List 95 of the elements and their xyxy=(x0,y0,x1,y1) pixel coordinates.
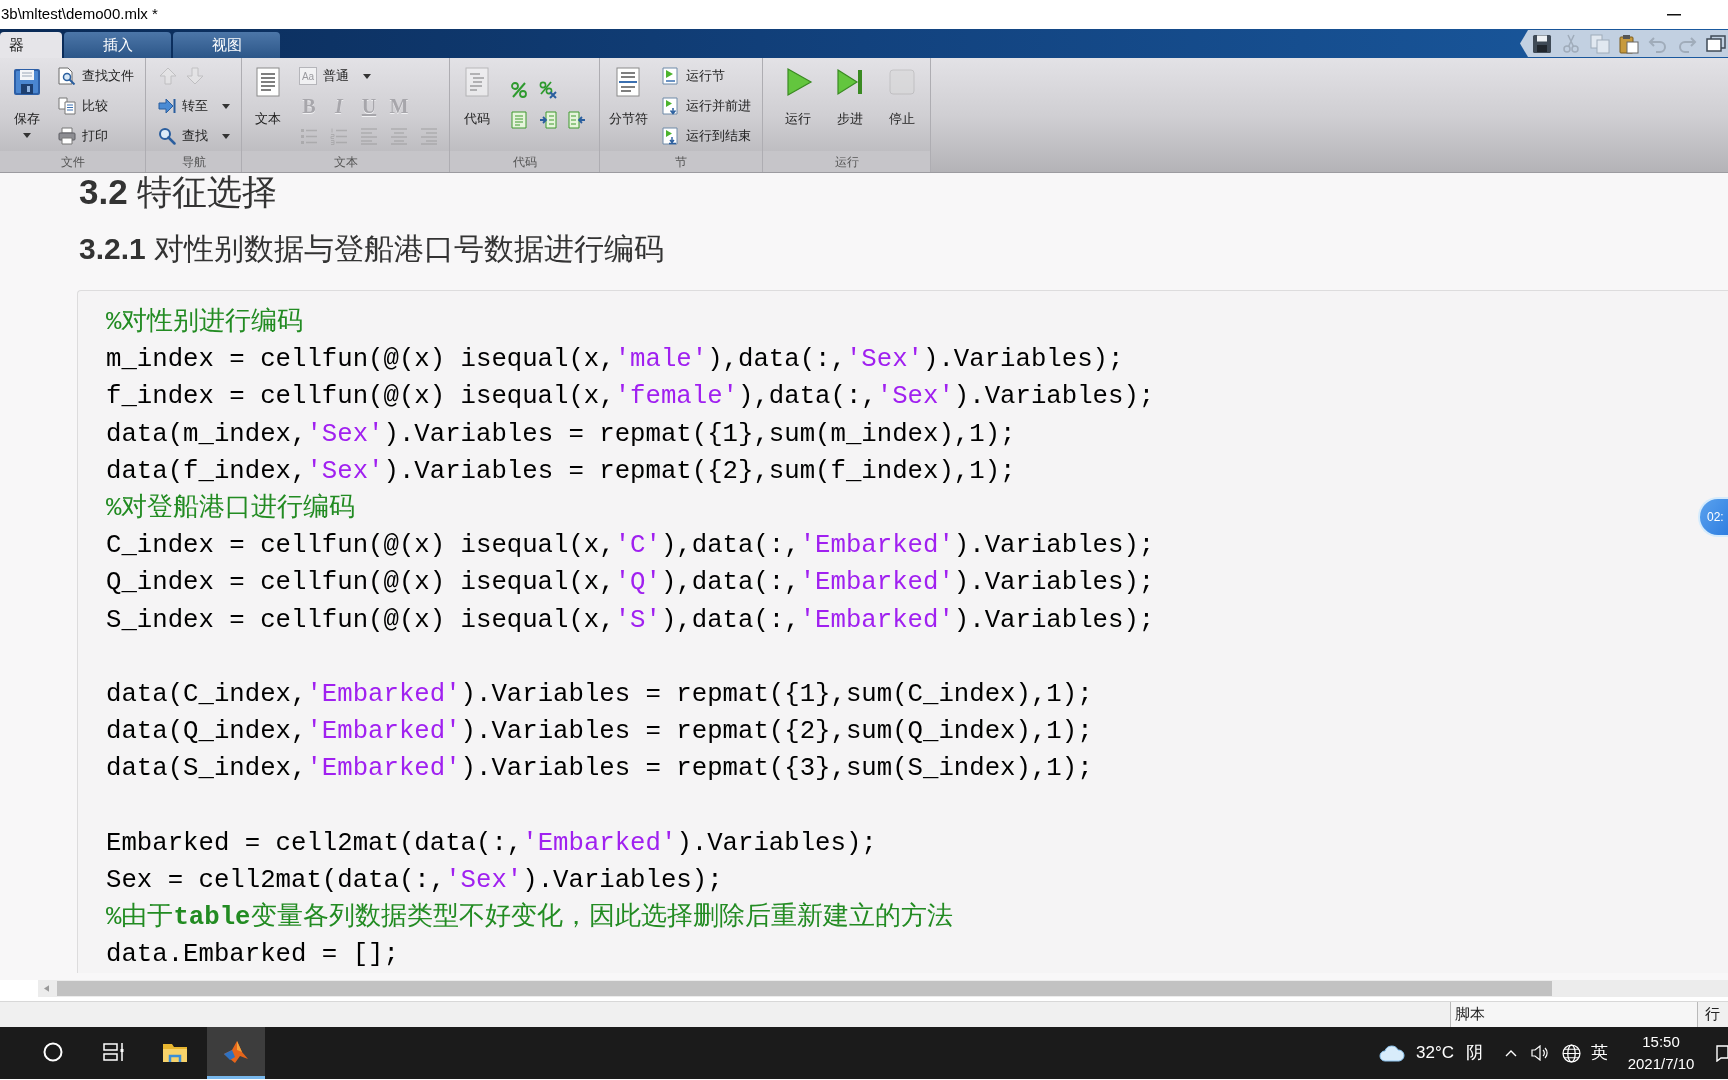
temperature-text: 32°C xyxy=(1416,1042,1454,1065)
align-center-icon xyxy=(390,127,408,145)
run-and-advance-button[interactable]: 运行并前进 xyxy=(660,93,753,119)
input-method-button[interactable]: 英 xyxy=(1591,1040,1608,1066)
print-button[interactable]: 打印 xyxy=(56,123,110,149)
ribbon-group-label: 节 xyxy=(675,153,687,171)
code-line: data(m_index,'Sex').Variables = repmat({1},sum(m_index),1); xyxy=(106,418,1016,451)
up-arrow-icon xyxy=(159,67,177,85)
code-line: S_index = cellfun(@(x) isequal(x,'S'),data(:,'Embarked').Variables); xyxy=(106,604,1155,637)
save-icon xyxy=(1532,33,1552,54)
clock-date: 2021/7/10 xyxy=(1627,1054,1695,1074)
status-field: 脚本 xyxy=(1450,1002,1698,1027)
clock-time: 15:50 xyxy=(1642,1032,1680,1052)
ribbon-tab[interactable]: 插入 xyxy=(64,32,171,58)
ribbon-group-label: 导航 xyxy=(181,153,206,171)
section-break-button[interactable]: 分节符 xyxy=(606,58,650,151)
comment-line: %由于table变量各列数据类型不好变化，因此选择删除后重新建立的方法 xyxy=(106,901,953,934)
chevron-up-icon xyxy=(1505,1049,1517,1057)
page-lines-icon xyxy=(510,111,528,129)
caret-icon xyxy=(23,133,31,138)
style-dropdown[interactable]: Aa 普通 xyxy=(297,63,373,89)
ribbon-tab[interactable]: 器 xyxy=(0,32,62,58)
code-line: Q_index = cellfun(@(x) isequal(x,'Q'),data(:,'Embarked').Variables); xyxy=(106,567,1155,600)
down-arrow-icon xyxy=(186,67,204,85)
scissors-icon xyxy=(1561,33,1581,54)
align-right-icon xyxy=(420,127,438,145)
bulleted-list-icon xyxy=(300,127,318,145)
section-heading: 3.2 特征选择 xyxy=(79,173,278,211)
notification-icon xyxy=(1716,1044,1728,1062)
run-button[interactable]: 运行 xyxy=(776,58,820,151)
run-section-button[interactable]: 运行节 xyxy=(660,63,727,89)
compare-button[interactable]: 比较 xyxy=(56,93,110,119)
go-to-button[interactable]: 转至 xyxy=(156,93,232,119)
task-view-icon xyxy=(103,1041,125,1062)
globe-icon xyxy=(1562,1043,1581,1063)
find-files-button[interactable]: 查找文件 xyxy=(56,63,136,89)
code-line: data(f_index,'Sex').Variables = repmat({2},sum(f_index),1); xyxy=(106,455,1016,488)
speaker-icon xyxy=(1531,1045,1549,1061)
copy-icon xyxy=(1590,33,1610,54)
play-bar-icon xyxy=(835,67,865,97)
window-title: 3b\mltest\demo00.mlx * xyxy=(1,4,158,25)
code-line: m_index = cellfun(@(x) isequal(x,'male'),data(:,'Sex').Variables); xyxy=(106,344,1124,377)
horizontal-scrollbar[interactable] xyxy=(38,980,1728,997)
save-button[interactable]: 保存 xyxy=(5,58,49,151)
status-field: 行 xyxy=(1698,1002,1728,1027)
step-button[interactable]: 步进 xyxy=(828,58,872,151)
search-icon xyxy=(158,127,176,145)
ribbon-group-label: 运行 xyxy=(834,153,859,171)
style-sample: Aa xyxy=(299,67,317,85)
text-button[interactable]: 文本 xyxy=(246,58,290,151)
caret-icon xyxy=(222,133,230,139)
code-line: data(Q_index,'Embarked').Variables = repmat({2},sum(Q_index),1); xyxy=(106,716,1093,749)
document-play-icon xyxy=(662,67,680,85)
indent-arrow-icon xyxy=(539,111,557,129)
numbered-list-icon xyxy=(330,127,348,145)
left-arrow-icon xyxy=(44,985,49,992)
code-line: f_index = cellfun(@(x) isequal(x,'female'),data(:,'Sex').Variables); xyxy=(106,381,1155,414)
code-line: Embarked = cell2mat(data(:,'Embarked').Variables); xyxy=(106,827,877,860)
ribbon-tab[interactable]: 视图 xyxy=(173,32,280,58)
document-search-icon xyxy=(58,67,76,85)
outdent-arrow-icon xyxy=(568,111,586,129)
run-to-end-button[interactable]: 运行到结束 xyxy=(660,123,753,149)
compare-documents-icon xyxy=(58,97,76,115)
ribbon-group-label: 文件 xyxy=(60,153,85,171)
weather-text: 阴 xyxy=(1466,1042,1483,1065)
code-line: C_index = cellfun(@(x) isequal(x,'C'),data(:,'Embarked').Variables); xyxy=(106,530,1155,563)
subsection-heading: 3.2.1 对性别数据与登船港口号数据进行编码 xyxy=(79,232,665,266)
clipboard-icon xyxy=(1619,33,1639,54)
caret-icon xyxy=(222,103,230,109)
circle-icon xyxy=(43,1041,63,1062)
percent-icon xyxy=(510,81,528,99)
comment-line: %对登船港口进行编码 xyxy=(106,492,356,525)
section-break-icon xyxy=(613,67,643,97)
save-icon xyxy=(12,67,42,97)
ribbon-group-label: 文本 xyxy=(333,153,358,171)
code-page-icon xyxy=(462,67,492,97)
minimize-icon xyxy=(1667,13,1681,16)
percent-cross-icon xyxy=(539,81,557,99)
align-left-icon xyxy=(360,127,378,145)
caret-icon xyxy=(363,73,371,79)
comment-line: %对性别进行编码 xyxy=(106,306,304,339)
code-line: Sex = cell2mat(data(:,'Sex').Variables); xyxy=(106,864,723,897)
cloud-icon xyxy=(1379,1044,1405,1062)
window-icon xyxy=(1706,33,1726,54)
code-line: data(C_index,'Embarked').Variables = repmat({1},sum(C_index),1); xyxy=(106,678,1093,711)
text-page-icon xyxy=(253,67,283,97)
code-line: data(S_index,'Embarked').Variables = repmat({3},sum(S_index),1); xyxy=(106,753,1093,786)
ribbon-group-label: 代码 xyxy=(512,153,537,171)
printer-icon xyxy=(58,127,76,145)
code-line: data.Embarked = []; xyxy=(106,939,399,972)
find-button[interactable]: 查找 xyxy=(156,123,232,149)
app-button[interactable] xyxy=(207,1027,265,1079)
scrollbar-thumb[interactable] xyxy=(57,981,1552,996)
stop-icon xyxy=(887,67,917,97)
right-arrow-icon xyxy=(158,97,176,115)
